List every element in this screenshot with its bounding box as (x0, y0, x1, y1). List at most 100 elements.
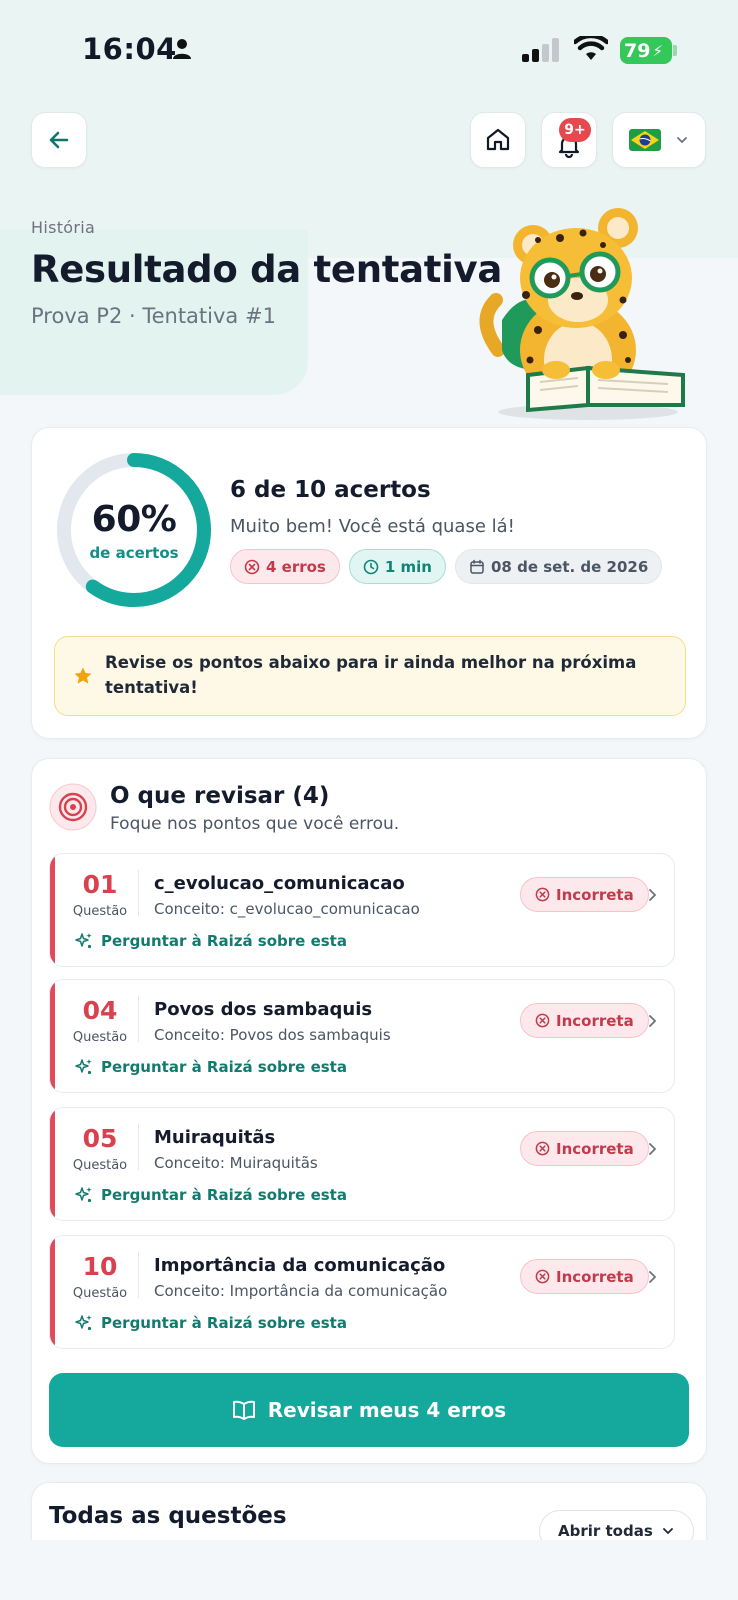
incorrect-badge-label: Incorreta (556, 1011, 634, 1030)
date-chip: 08 de set. de 2026 (454, 549, 663, 584)
time-chip-label: 1 min (384, 557, 432, 576)
battery-icon: 79 ⚡ (620, 37, 672, 64)
chevron-right-icon (649, 1015, 657, 1027)
incorrect-badge-label: Incorreta (556, 1267, 634, 1286)
question-number: 01 (82, 870, 118, 899)
question-number: 10 (82, 1252, 118, 1281)
review-item[interactable]: 10 Questão Importância da comunicação Co… (49, 1235, 675, 1349)
ask-raiza-label: Perguntar à Raizá sobre esta (101, 1058, 347, 1076)
question-title: c_evolucao_comunicacao (154, 873, 405, 894)
question-title: Povos dos sambaquis (154, 999, 373, 1020)
chevron-right-icon (649, 1143, 657, 1155)
x-circle-icon (535, 1013, 550, 1028)
question-number-label: Questão (72, 1286, 128, 1301)
question-concept: Conceito: Importância da comunicação (154, 1282, 448, 1300)
score-percent-label: de acertos (89, 543, 179, 562)
score-ring-text: 60% de acertos (54, 450, 214, 610)
jaguar-mascot-illustration (479, 208, 685, 420)
book-open-icon (232, 1400, 255, 1420)
errors-chip: 4 erros (230, 549, 340, 584)
question-concept: Conceito: Muiraquitãs (154, 1154, 318, 1172)
open-all-label: Abrir todas (558, 1522, 653, 1540)
person-icon (173, 39, 191, 59)
review-item[interactable]: 01 Questão c_evolucao_comunicacao Concei… (49, 853, 675, 967)
sparkles-icon (75, 933, 92, 949)
errors-chip-label: 4 erros (266, 557, 326, 576)
question-number: 05 (82, 1124, 118, 1153)
x-circle-icon (535, 887, 550, 902)
status-time: 16:04 (82, 32, 177, 66)
target-icon (49, 783, 97, 831)
x-circle-icon (535, 1141, 550, 1156)
subject-label: História (31, 218, 96, 237)
home-icon (486, 128, 510, 151)
question-concept: Conceito: Povos dos sambaquis (154, 1026, 391, 1044)
x-circle-icon (244, 559, 260, 574)
clock-icon (363, 559, 379, 574)
wifi-icon (574, 36, 608, 60)
divider (138, 996, 139, 1042)
battery-level: 79 (624, 39, 651, 62)
chevron-down-icon (677, 137, 687, 144)
time-chip: 1 min (348, 549, 446, 584)
incorrect-badge: Incorreta (520, 1131, 649, 1166)
incorrect-badge: Incorreta (520, 1259, 649, 1294)
home-button[interactable] (470, 112, 526, 168)
ask-raiza-label: Perguntar à Raizá sobre esta (101, 1186, 347, 1204)
notification-badge: 9+ (559, 118, 591, 142)
battery-cap (673, 45, 677, 56)
tip-text: Revise os pontos abaixo para ir ainda me… (105, 653, 637, 697)
date-chip-label: 08 de set. de 2026 (490, 557, 649, 576)
tip-banner: Revise os pontos abaixo para ir ainda me… (54, 636, 686, 716)
star-icon (74, 667, 92, 684)
page-title: Resultado da tentativa (31, 248, 503, 291)
review-item[interactable]: 04 Questão Povos dos sambaquis Conceito:… (49, 979, 675, 1093)
divider (138, 1252, 139, 1298)
status-bar: 16:04 79 ⚡ (0, 0, 738, 100)
page-subtitle: Prova P2 · Tentativa #1 (31, 304, 276, 328)
all-questions-title: Todas as questões (49, 1503, 287, 1529)
incorrect-badge: Incorreta (520, 1003, 649, 1038)
chevron-down-icon (662, 1528, 673, 1535)
question-number-label: Questão (72, 1158, 128, 1173)
question-title: Muiraquitãs (154, 1127, 276, 1148)
incorrect-badge-label: Incorreta (556, 885, 634, 904)
review-item[interactable]: 05 Questão Muiraquitãs Conceito: Muiraqu… (49, 1107, 675, 1221)
sparkles-icon (75, 1059, 92, 1075)
bottom-area (0, 1540, 738, 1600)
ask-raiza-label: Perguntar à Raizá sobre esta (101, 932, 347, 950)
arrow-left-icon (49, 131, 69, 149)
ask-raiza-link[interactable]: Perguntar à Raizá sobre esta (75, 1058, 347, 1076)
score-percent: 60% (91, 498, 177, 540)
question-number-label: Questão (72, 1030, 128, 1045)
brazil-flag-icon (629, 129, 661, 151)
ask-raiza-label: Perguntar à Raizá sobre esta (101, 1314, 347, 1332)
language-selector[interactable] (612, 112, 706, 168)
review-title: O que revisar (4) (110, 783, 330, 809)
incorrect-badge: Incorreta (520, 877, 649, 912)
calendar-icon (470, 559, 484, 574)
review-subtitle: Foque nos pontos que você errou. (110, 814, 400, 834)
score-chips: 4 erros 1 min 08 de set. de 2026 (230, 549, 663, 584)
review-errors-button[interactable]: Revisar meus 4 erros (49, 1373, 689, 1447)
question-concept: Conceito: c_evolucao_comunicacao (154, 900, 420, 918)
question-number: 04 (82, 996, 118, 1025)
sparkles-icon (75, 1187, 92, 1203)
sparkles-icon (75, 1315, 92, 1331)
signal-icon (522, 38, 559, 62)
review-errors-button-label: Revisar meus 4 erros (267, 1398, 507, 1422)
chevron-right-icon (649, 889, 657, 901)
incorrect-badge-label: Incorreta (556, 1139, 634, 1158)
divider (138, 1124, 139, 1170)
ask-raiza-link[interactable]: Perguntar à Raizá sobre esta (75, 1314, 347, 1332)
ask-raiza-link[interactable]: Perguntar à Raizá sobre esta (75, 1186, 347, 1204)
question-number-label: Questão (72, 904, 128, 919)
score-message: Muito bem! Você está quase lá! (230, 516, 515, 537)
score-card: 60% de acertos 6 de 10 acertos Muito bem… (31, 427, 707, 739)
chevron-right-icon (649, 1271, 657, 1283)
back-button[interactable] (31, 112, 87, 168)
question-title: Importância da comunicação (154, 1255, 446, 1276)
review-card: O que revisar (4) Foque nos pontos que v… (31, 758, 707, 1464)
x-circle-icon (535, 1269, 550, 1284)
ask-raiza-link[interactable]: Perguntar à Raizá sobre esta (75, 932, 347, 950)
